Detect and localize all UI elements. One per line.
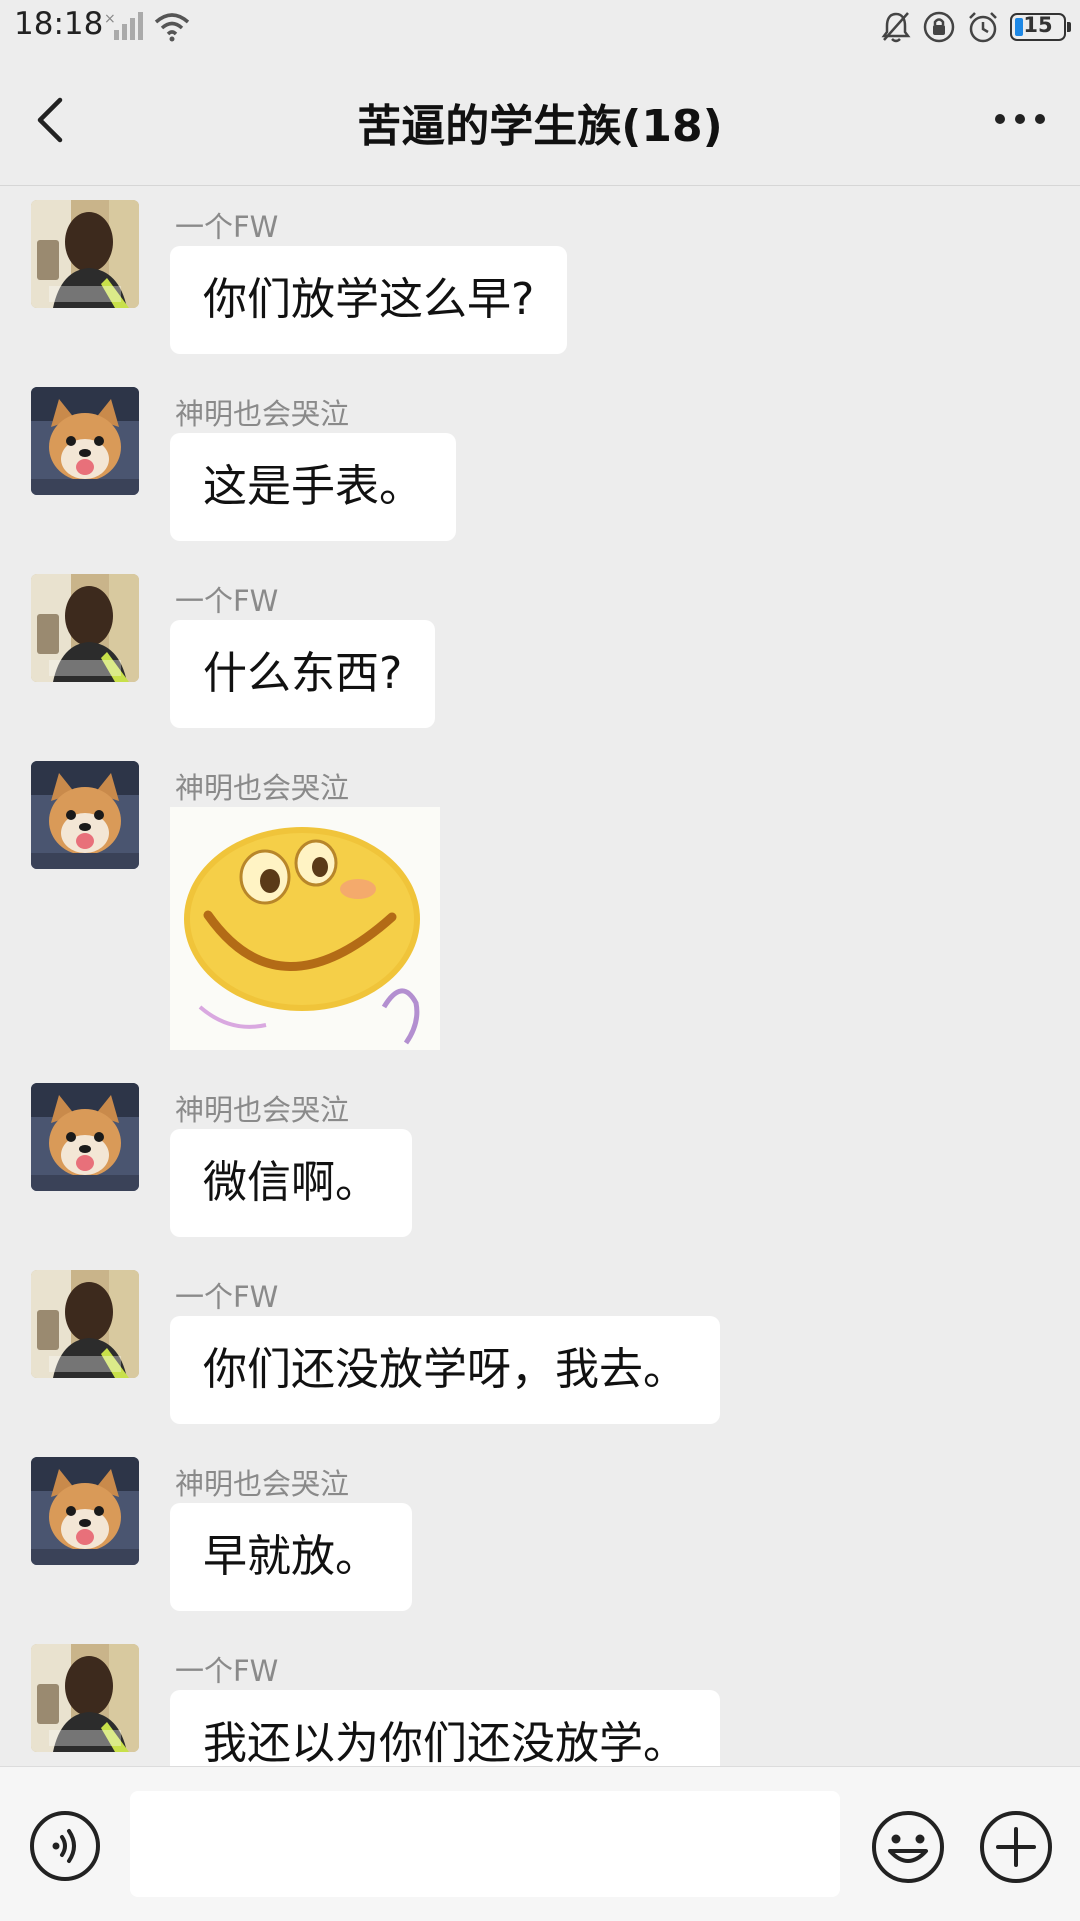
message-list[interactable]: 一个FW 你们放学这么早? 神明也会哭泣 这是手表。 一个FW 什么东西? 神明… (0, 186, 1080, 1766)
message-bubble[interactable]: 早就放。 (170, 1503, 412, 1611)
sender-name: 神明也会哭泣 (175, 397, 350, 431)
voice-input-icon[interactable] (28, 1809, 102, 1883)
sender-name: 神明也会哭泣 (175, 1093, 350, 1127)
more-options-icon[interactable] (990, 94, 1050, 144)
input-bar (0, 1766, 1080, 1921)
avatar[interactable] (31, 574, 139, 682)
message-bubble[interactable]: 你们还没放学呀，我去。 (170, 1316, 720, 1424)
sender-name: 一个FW (175, 1654, 279, 1688)
rotation-lock-icon (923, 11, 955, 43)
avatar[interactable] (31, 387, 139, 495)
sender-name: 一个FW (175, 210, 279, 244)
sender-name: 一个FW (175, 584, 279, 618)
add-more-icon[interactable] (978, 1809, 1054, 1885)
sender-name: 一个FW (175, 1280, 279, 1314)
avatar[interactable] (31, 1270, 139, 1378)
alarm-clock-icon (969, 12, 997, 43)
cellular-signal-icon: × (104, 11, 143, 40)
battery-icon: 15 (1010, 13, 1071, 41)
avatar[interactable] (31, 200, 139, 308)
message-bubble[interactable]: 这是手表。 (170, 433, 456, 541)
chat-header: 苦逼的学生族(18) (0, 54, 1080, 186)
avatar[interactable] (31, 761, 139, 869)
battery-level: 15 (1023, 13, 1053, 37)
message-bubble[interactable]: 你们放学这么早? (170, 246, 568, 354)
wifi-icon (154, 13, 190, 42)
emoji-icon[interactable] (870, 1809, 946, 1885)
status-time: 18:18 (14, 6, 104, 42)
mute-bell-icon (881, 12, 911, 43)
sender-name: 神明也会哭泣 (175, 771, 350, 805)
smiley-face-sticker[interactable] (170, 807, 440, 1050)
svg-text:×: × (104, 11, 116, 27)
message-bubble[interactable]: 我还以为你们还没放学。 (170, 1690, 720, 1766)
avatar[interactable] (31, 1644, 139, 1752)
sender-name: 神明也会哭泣 (175, 1467, 350, 1501)
message-bubble[interactable]: 微信啊。 (170, 1129, 412, 1237)
message-input[interactable] (130, 1791, 840, 1897)
status-bar: 18:18 × 15 (0, 0, 1080, 54)
avatar[interactable] (31, 1083, 139, 1191)
chat-title: 苦逼的学生族(18) (357, 101, 723, 152)
avatar[interactable] (31, 1457, 139, 1565)
message-bubble[interactable]: 什么东西? (170, 620, 436, 728)
